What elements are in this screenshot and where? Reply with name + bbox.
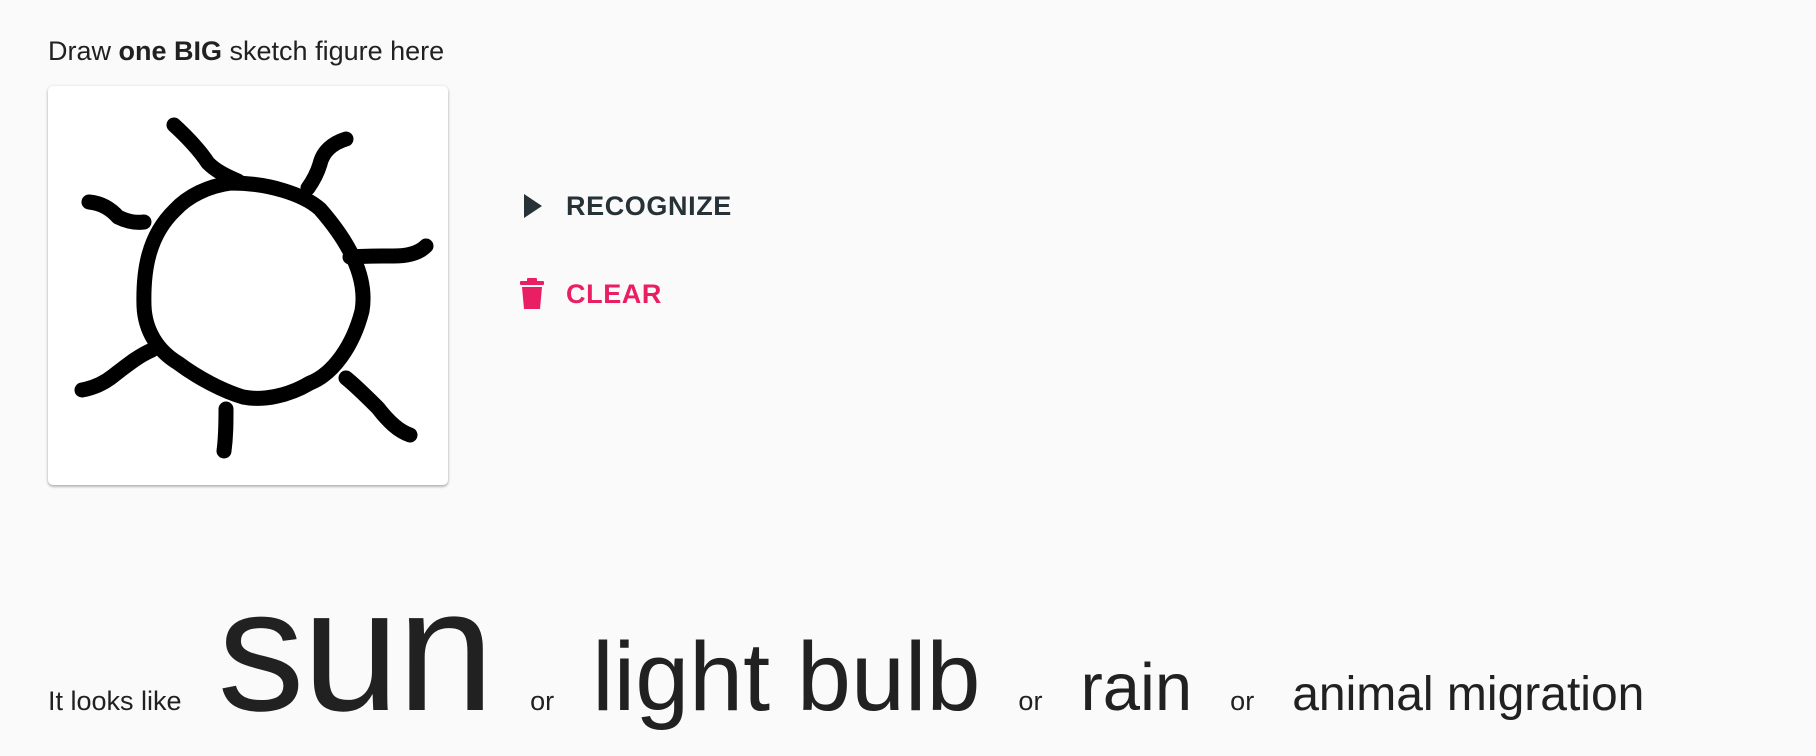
sketch-ray-stroke — [166, 117, 246, 189]
guess-4: animal migration — [1292, 668, 1645, 721]
sketch-ray-stroke — [81, 194, 152, 230]
guess-1: sun — [217, 552, 495, 747]
sketch-circle-stroke — [136, 175, 371, 406]
instruction-emphasis: one BIG — [118, 36, 223, 66]
sketch-ray-stroke — [338, 370, 418, 443]
play-arrow-icon — [518, 189, 546, 223]
sketch-ray-stroke — [216, 401, 234, 459]
sketch-ray-stroke — [74, 342, 160, 398]
instruction-text: Draw one BIG sketch figure here — [48, 34, 444, 68]
drawing-canvas[interactable] — [48, 86, 448, 485]
separator: or — [1230, 686, 1255, 716]
sketch-ray-stroke — [342, 238, 434, 265]
instruction-suffix: sketch figure here — [222, 36, 445, 66]
guess-3: rain — [1080, 650, 1193, 725]
separator: or — [1018, 686, 1043, 716]
recognize-button[interactable]: RECOGNIZE — [508, 181, 742, 231]
separator: or — [530, 686, 555, 716]
clear-button[interactable]: CLEAR — [508, 269, 672, 319]
recognize-label: RECOGNIZE — [566, 190, 732, 221]
sketch-ray-stroke — [300, 131, 354, 196]
guess-2: light bulb — [592, 622, 981, 731]
instruction-prefix: Draw — [48, 36, 119, 66]
recognition-results: It looks like sun or light bulb or rain … — [48, 560, 1644, 740]
clear-label: CLEAR — [566, 278, 662, 309]
results-prefix: It looks like — [48, 686, 182, 716]
trash-icon — [518, 277, 546, 311]
sketch-drawing — [74, 117, 434, 459]
